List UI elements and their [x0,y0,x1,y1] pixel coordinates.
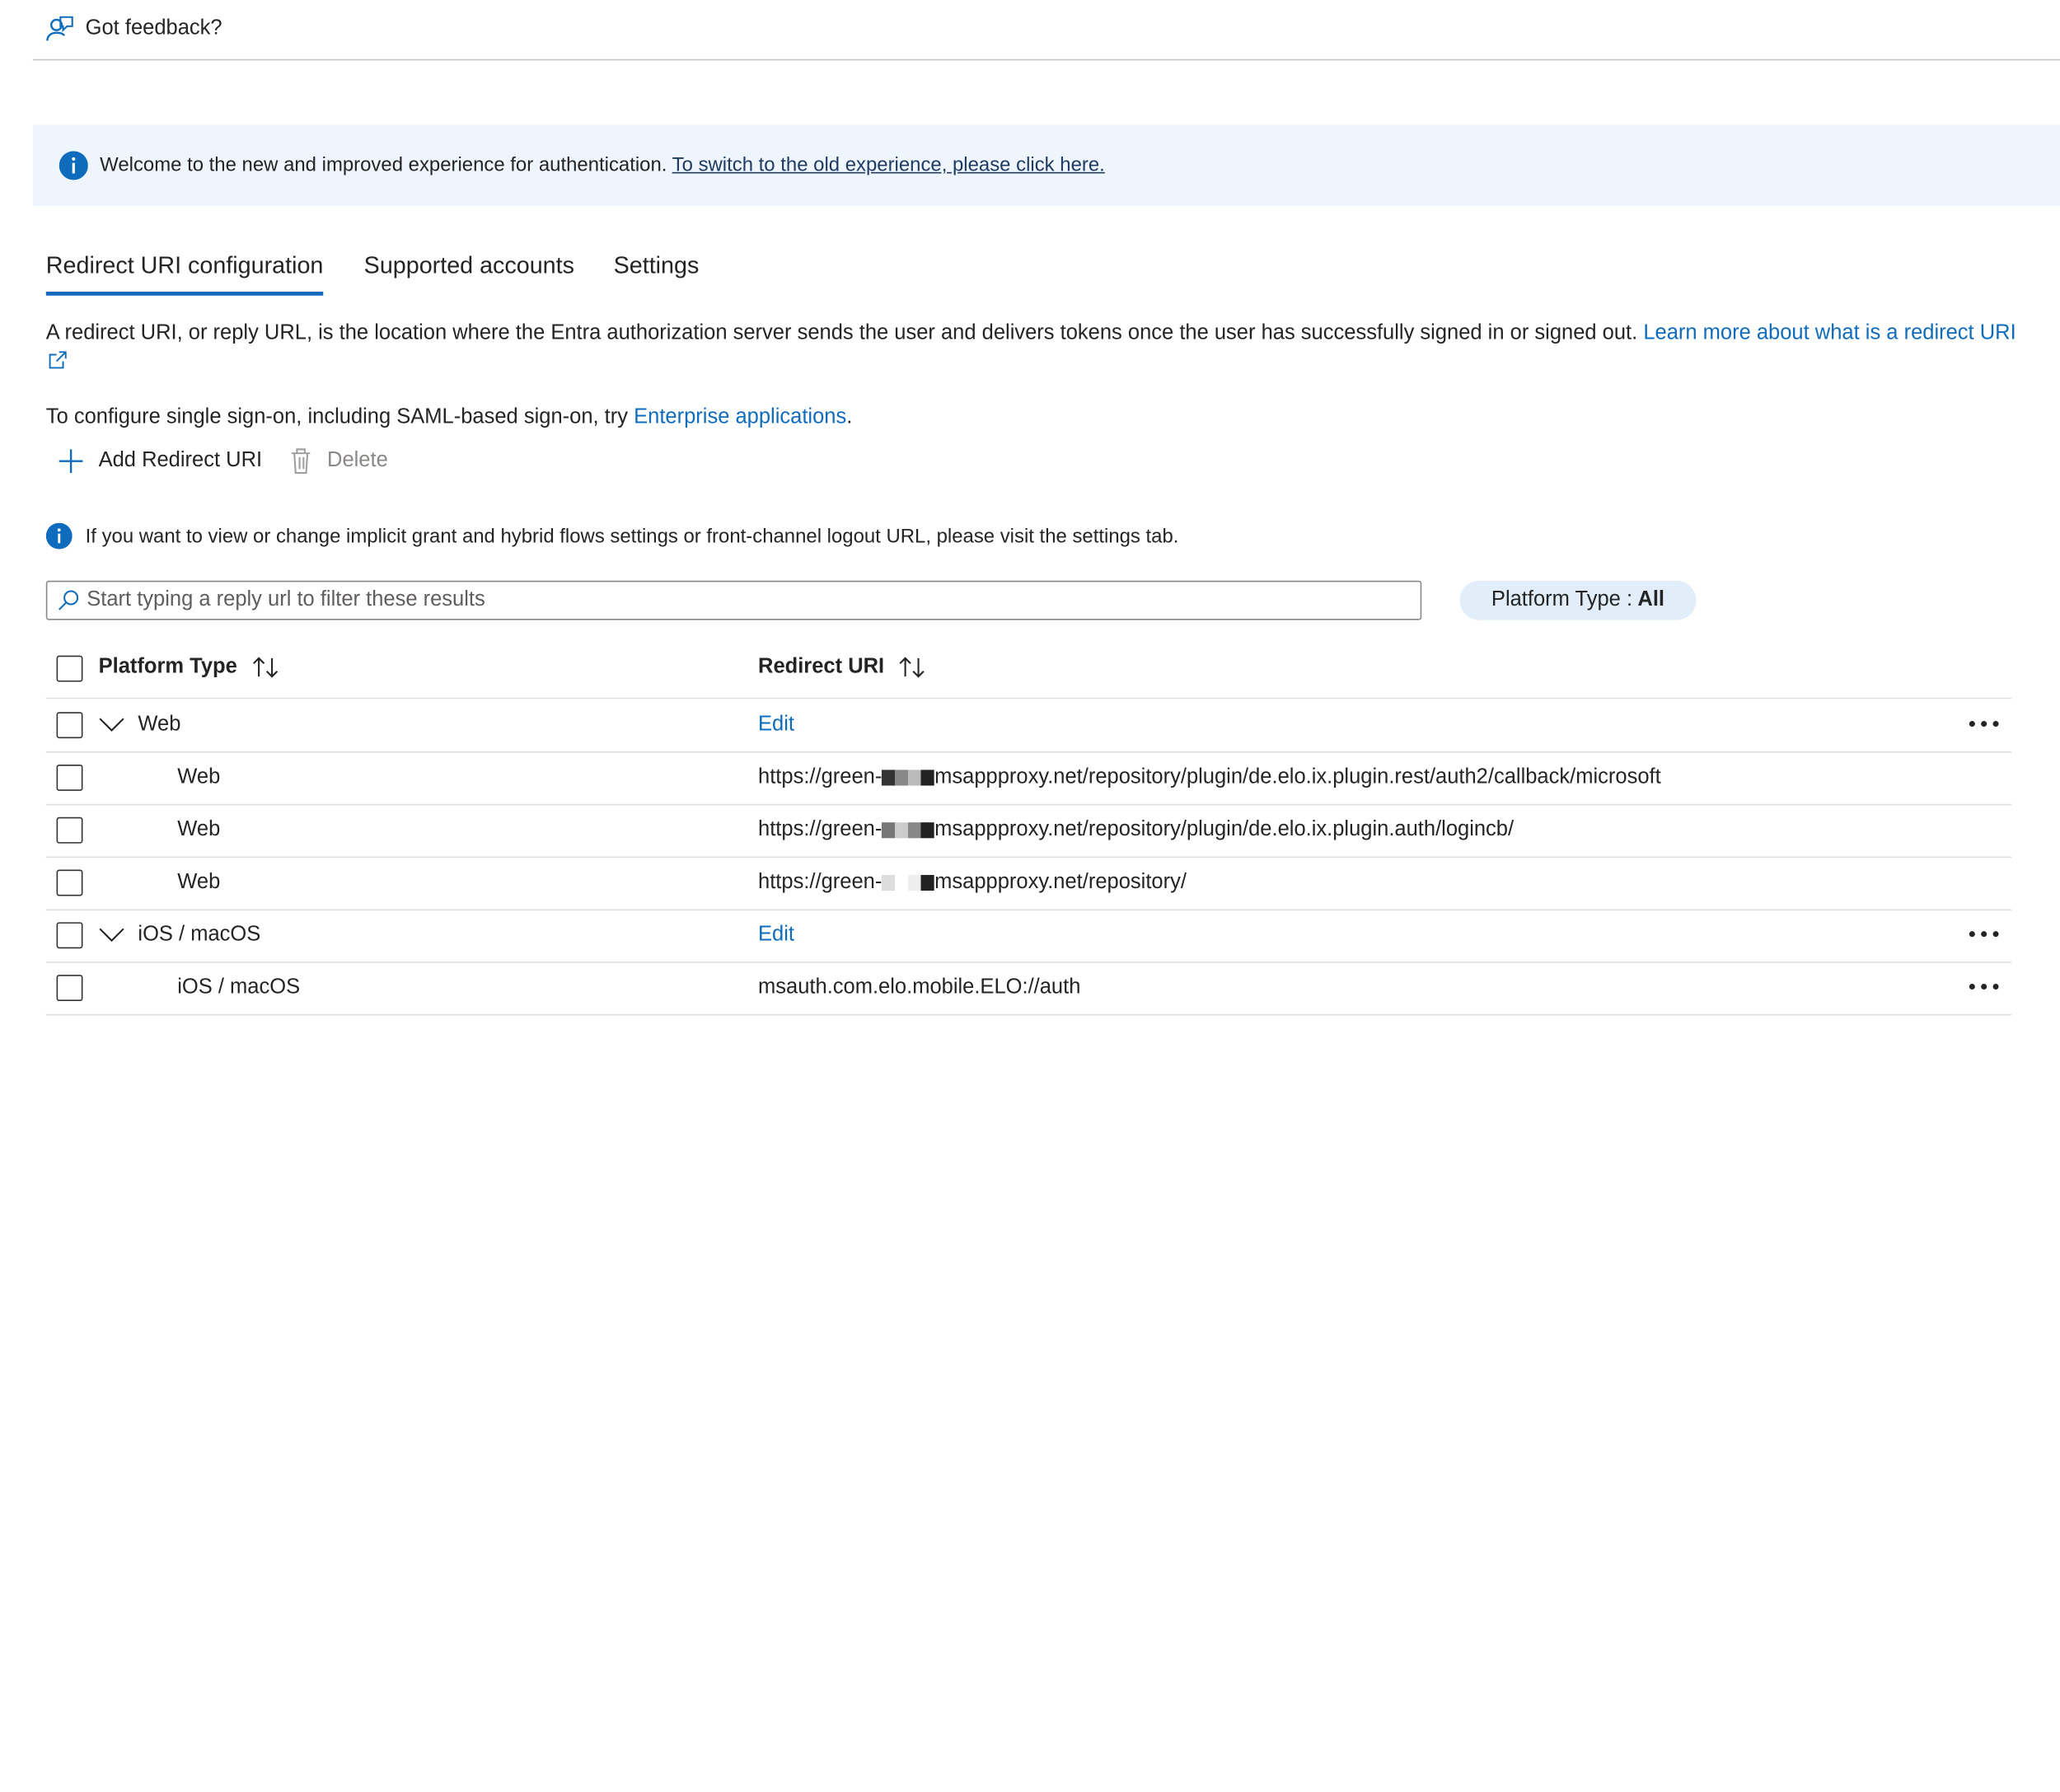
more-options-icon[interactable] [1969,930,2000,938]
row-checkbox[interactable] [56,869,83,896]
external-link-icon [49,351,67,369]
chevron-down-icon[interactable] [99,716,125,734]
edit-ios-macos-link[interactable]: Edit [758,924,794,947]
description-text: A redirect URI, or reply URL, is the loc… [45,321,1644,344]
group-row-web[interactable]: Web Edit [45,699,2012,753]
redirect-uri-cell: https://green-msappproxy.net/repository/ [758,871,1187,895]
row-checkbox[interactable] [56,922,83,949]
redacted-block [882,822,935,839]
add-redirect-uri-label: Add Redirect URI [98,449,263,472]
info-icon [45,522,73,550]
table-row[interactable]: Web https://green-msappproxy.net/reposit… [45,804,2012,859]
table-row[interactable]: Web https://green-msappproxy.net/reposit… [45,857,2012,910]
learn-more-label: Learn more about what is a redirect URI [1643,321,2016,344]
uri-suffix: msappproxy.net/repository/ [934,871,1187,894]
trash-icon [291,448,311,475]
plus-icon [59,449,83,474]
feedback-person-icon[interactable] [44,13,75,44]
sso-hint: To configure single sign-on, including S… [46,406,853,430]
more-options-icon[interactable] [1969,720,2000,728]
feedback-link[interactable]: Got feedback? [86,17,222,41]
group-row-ios-macos[interactable]: iOS / macOS Edit [45,909,2012,963]
tab-redirect-uri-configuration[interactable]: Redirect URI configuration [45,252,324,296]
row-checkbox[interactable] [56,712,83,739]
redirect-uri-cell: msauth.com.elo.mobile.ELO://auth [758,976,1081,999]
platform-type-column-header[interactable]: Platform Type [99,656,279,680]
chevron-down-icon[interactable] [99,926,125,944]
redirect-uri-column-header[interactable]: Redirect URI [758,656,926,680]
add-redirect-uri-button[interactable]: Add Redirect URI [57,447,263,475]
search-icon [59,590,79,611]
platform-cell: iOS / macOS [177,976,301,999]
row-checkbox[interactable] [56,764,83,791]
uri-prefix: https://green- [758,765,883,788]
sso-text: To configure single sign-on, including S… [45,405,634,428]
more-options-icon[interactable] [1969,983,2000,991]
platform-cell: Web [177,818,221,841]
group-platform-label: Web [138,713,181,736]
platform-type-filter-value: All [1637,588,1665,611]
platform-type-filter[interactable]: Platform Type : All [1459,580,1697,620]
banner-message: Welcome to the new and improved experien… [100,154,1105,176]
tab-settings[interactable]: Settings [614,252,700,279]
sort-icon [899,657,925,678]
settings-note: If you want to view or change implicit g… [45,520,1179,551]
redirect-uri-description: A redirect URI, or reply URL, is the loc… [46,319,2017,377]
info-icon [59,151,88,180]
redirect-uri-cell: https://green-msappproxy.net/repository/… [758,818,1514,842]
row-checkbox[interactable] [56,816,83,844]
row-checkbox[interactable] [56,975,83,1002]
select-all-checkbox[interactable] [56,655,83,682]
table-header: Platform Type Redirect URI [45,643,2012,699]
uri-suffix: msappproxy.net/repository/plugin/de.elo.… [934,765,1661,788]
platform-type-header-label: Platform Type [98,655,237,678]
reply-url-filter-input[interactable] [87,582,1401,620]
info-banner: Welcome to the new and improved experien… [32,124,2060,207]
uri-prefix: https://green- [758,871,883,894]
redirect-uri-header-label: Redirect URI [758,655,885,678]
tab-supported-accounts[interactable]: Supported accounts [364,252,574,279]
settings-note-text: If you want to view or change implicit g… [85,525,1179,548]
banner-text: Welcome to the new and improved experien… [100,153,672,176]
sort-icon [252,657,278,678]
redirect-uri-cell: https://green-msappproxy.net/repository/… [758,766,1661,790]
delete-label: Delete [327,449,388,472]
old-experience-link[interactable]: To switch to the old experience, please … [672,154,1105,176]
redacted-block [882,874,935,891]
table-row[interactable]: iOS / macOS msauth.com.elo.mobile.ELO://… [45,962,2012,1016]
edit-web-link[interactable]: Edit [758,714,794,737]
enterprise-applications-link[interactable]: Enterprise applications [634,406,846,428]
search-box [45,580,1422,620]
uri-prefix: https://green- [758,818,883,841]
redacted-block [882,770,935,786]
platform-cell: Web [177,871,221,894]
feedback-bar: Got feedback? [32,0,2060,61]
sso-suffix: . [846,405,853,428]
uri-suffix: msappproxy.net/repository/plugin/de.elo.… [934,818,1515,841]
table-row[interactable]: Web https://green-msappproxy.net/reposit… [45,751,2012,806]
group-platform-label: iOS / macOS [138,923,261,947]
platform-cell: Web [177,765,221,788]
delete-button[interactable]: Delete [288,447,388,475]
platform-type-filter-label: Platform Type : [1491,588,1633,611]
